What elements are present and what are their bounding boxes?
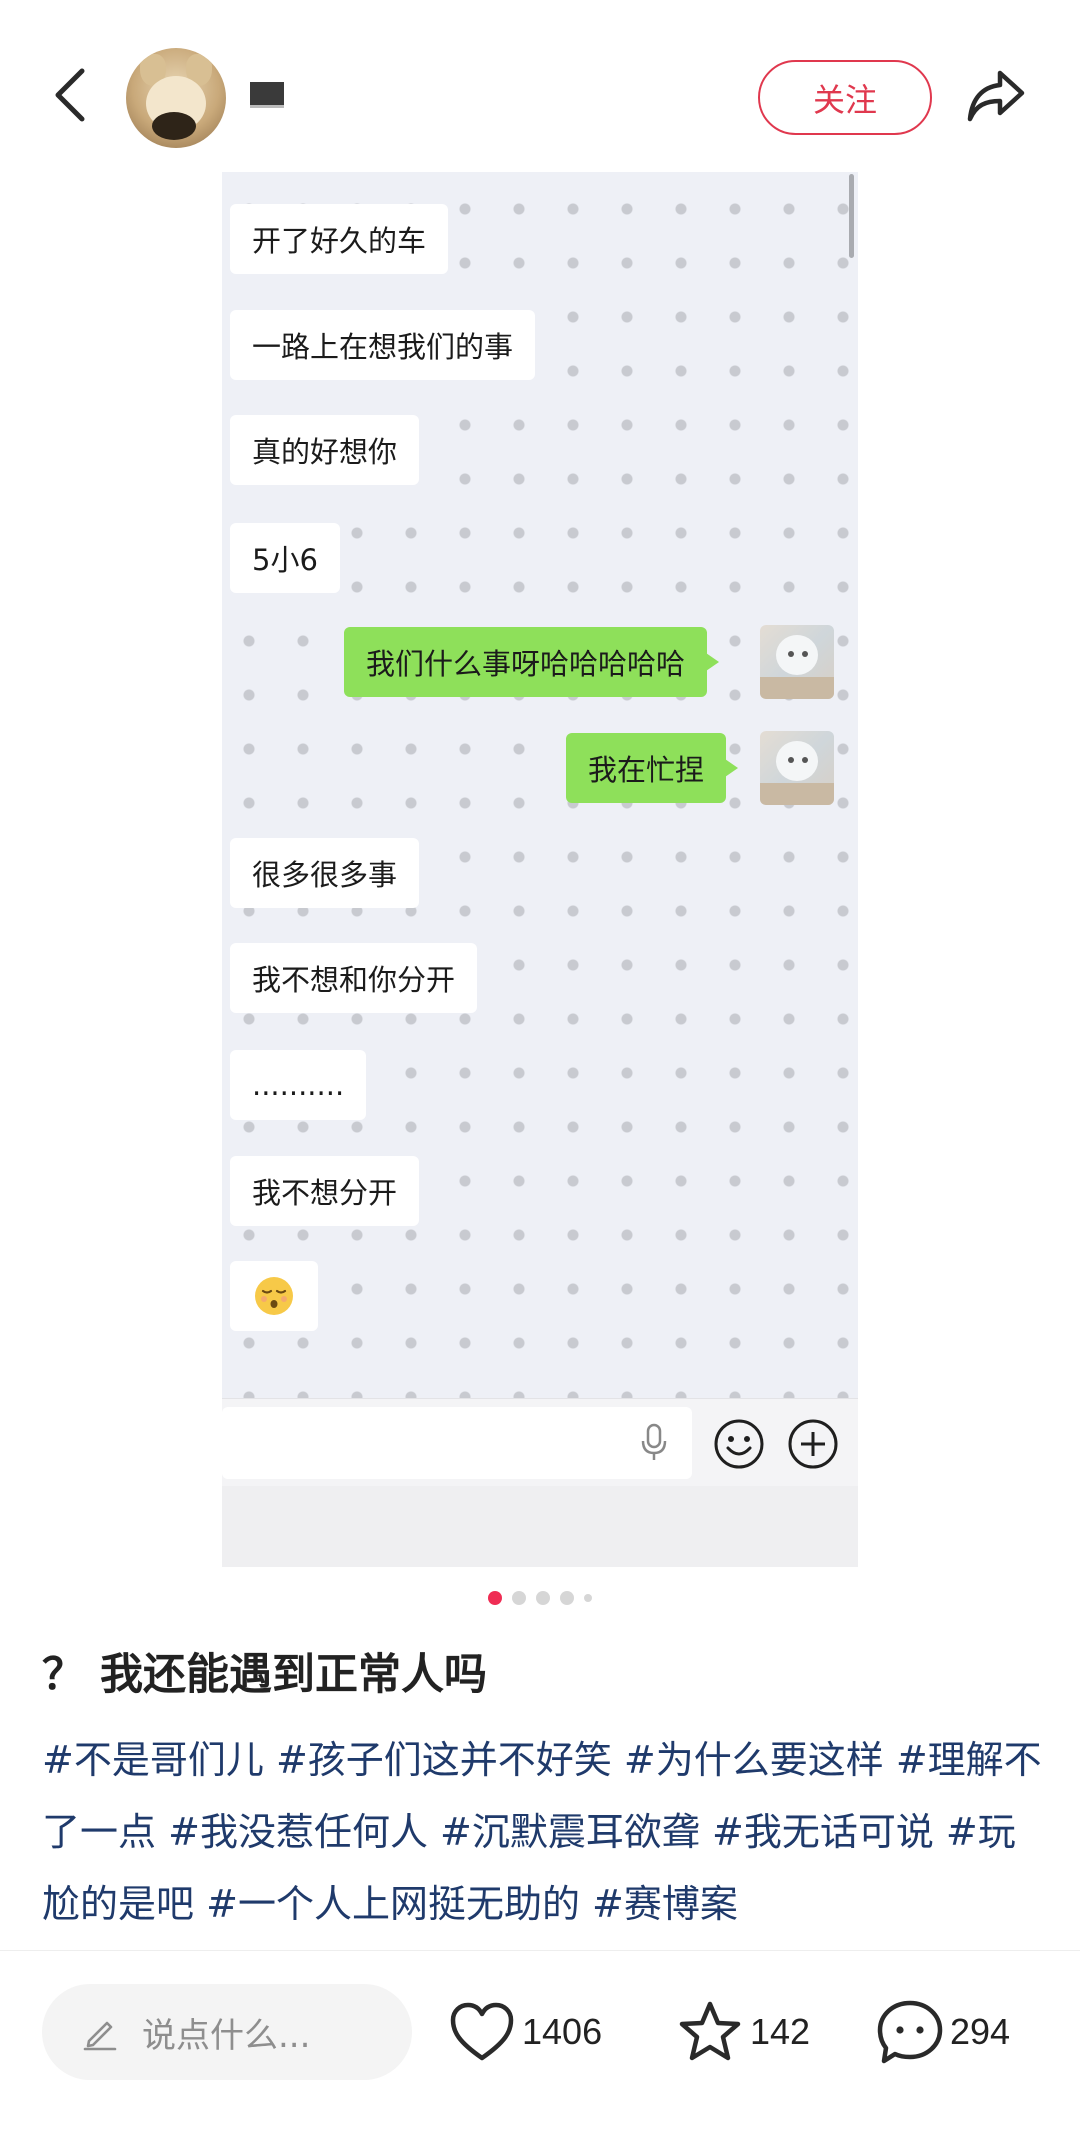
message-emoji-left	[230, 1261, 318, 1331]
like-count: 1406	[522, 2011, 603, 2052]
pager-dot[interactable]	[536, 1591, 550, 1605]
exhaling-face-icon	[255, 1277, 293, 1315]
scrollbar-thumb	[849, 174, 854, 258]
chat-input-field	[222, 1407, 692, 1479]
message-bubble-left: 真的好想你	[230, 415, 420, 485]
post-title: ？ 我还能遇到正常人吗	[42, 1650, 487, 1700]
pager-dot[interactable]	[560, 1591, 574, 1605]
post-header: 关注	[0, 0, 1080, 175]
smile-icon	[712, 1417, 766, 1471]
comment-button[interactable]: 294	[876, 1992, 1010, 2072]
share-button[interactable]	[962, 62, 1030, 130]
chevron-left-icon	[55, 68, 85, 122]
plus-circle-icon	[786, 1417, 840, 1471]
pager-dot[interactable]	[512, 1591, 526, 1605]
hashtag-link[interactable]: #我无话可说	[712, 1810, 934, 1854]
like-button[interactable]: 1406	[448, 1992, 602, 2072]
comment-count: 294	[950, 2011, 1011, 2052]
heart-icon	[448, 1998, 516, 2066]
comment-input[interactable]: 说点什么...	[42, 1984, 412, 2080]
chat-screenshot-image[interactable]: 开了好久的车 一路上在想我们的事 真的好想你 5小6 我们什么事呀哈哈哈哈哈 我…	[222, 172, 858, 1567]
share-arrow-icon	[967, 70, 1025, 122]
hashtag-link[interactable]: #我没惹任何人	[168, 1810, 428, 1854]
divider	[0, 1950, 1080, 1951]
author-name[interactable]	[250, 70, 284, 120]
hashtag-link[interactable]: #赛博案	[592, 1882, 738, 1926]
bottom-action-bar: 说点什么... 1406 142 294	[0, 1952, 1080, 2151]
hashtag-link[interactable]: #不是哥们儿	[42, 1738, 264, 1782]
message-bubble-left: 我不想分开	[230, 1156, 420, 1226]
hashtag-link[interactable]: #一个人上网挺无助的	[206, 1882, 580, 1926]
pager-dot[interactable]	[584, 1594, 592, 1602]
message-bubble-left: 开了好久的车	[230, 204, 449, 274]
chat-input-bar	[222, 1398, 858, 1486]
collect-count: 142	[750, 2011, 811, 2052]
author-avatar[interactable]	[126, 48, 226, 148]
image-pager	[0, 1590, 1080, 1606]
hashtag-link[interactable]: #为什么要这样	[624, 1738, 884, 1782]
message-bubble-left: 5小6	[230, 523, 340, 593]
collect-button[interactable]: 142	[676, 1992, 810, 2072]
message-bubble-left: ..........	[230, 1050, 367, 1120]
hashtag-link[interactable]: #沉默震耳欲聋	[440, 1810, 700, 1854]
microphone-icon	[634, 1419, 674, 1467]
comment-bubble-icon	[876, 1998, 944, 2066]
chat-bottom-area	[222, 1486, 858, 1567]
back-button[interactable]	[40, 60, 100, 130]
sender-avatar	[760, 731, 834, 805]
message-bubble-right: 我在忙捏	[566, 733, 739, 803]
post-tags: #不是哥们儿 #孩子们这并不好笑 #为什么要这样 #理解不了一点 #我没惹任何人…	[42, 1724, 1048, 1940]
chat-area: 开了好久的车 一路上在想我们的事 真的好想你 5小6 我们什么事呀哈哈哈哈哈 我…	[222, 172, 858, 1398]
message-bubble-right: 我们什么事呀哈哈哈哈哈	[344, 627, 720, 697]
author-name-redacted	[250, 82, 284, 108]
follow-button[interactable]: 关注	[758, 60, 932, 135]
sender-avatar	[760, 625, 834, 699]
message-bubble-left: 很多很多事	[230, 838, 420, 908]
pager-dot[interactable]	[488, 1591, 502, 1605]
star-icon	[676, 1998, 744, 2066]
hashtag-link[interactable]: #孩子们这并不好笑	[276, 1738, 612, 1782]
message-bubble-left: 我不想和你分开	[230, 943, 478, 1013]
pencil-icon	[80, 2012, 120, 2052]
comment-placeholder: 说点什么...	[142, 2015, 311, 2056]
message-bubble-left: 一路上在想我们的事	[230, 310, 536, 380]
